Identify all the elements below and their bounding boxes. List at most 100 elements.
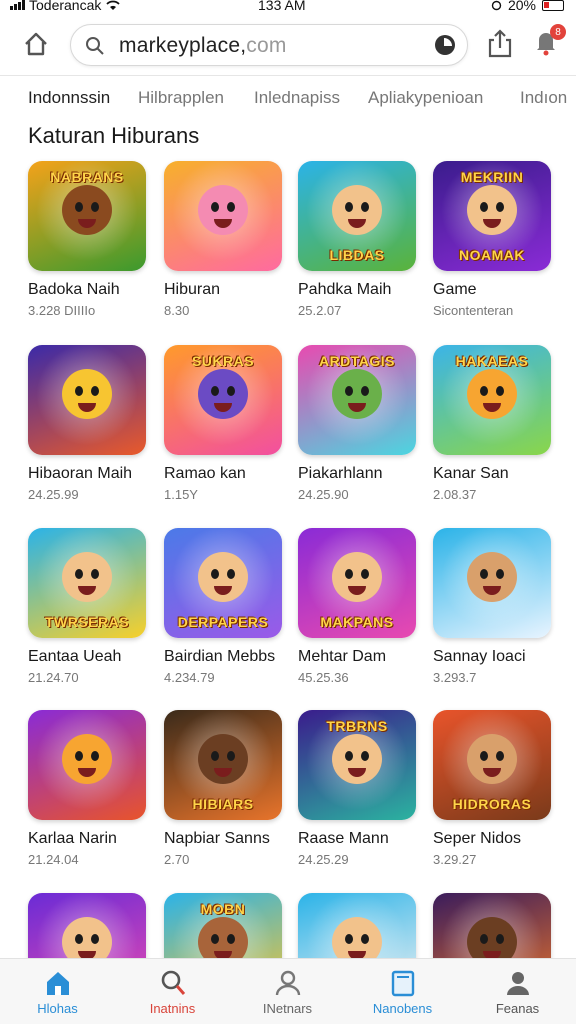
app-tile[interactable]: MAKPANS Mehtar Dam 45.25.36 (298, 528, 416, 685)
app-tile[interactable]: HAKAEAS Kanar San 2.08.37 (433, 345, 551, 502)
app-tile[interactable]: TRBRNS Raase Mann 24.25.29 (298, 710, 416, 867)
app-tile[interactable]: HIDRORAS Seper Nidos 3.29.27 (433, 710, 551, 867)
app-name: Hiburan (164, 281, 221, 298)
icon-banner-text: HAKAEAS (455, 353, 529, 369)
app-icon[interactable]: DERPAPERS (164, 528, 282, 638)
app-icon[interactable] (164, 161, 282, 271)
url-domain: markeyplace, (119, 34, 247, 57)
tab-hilbrapplen[interactable]: Hilbrapplen (138, 88, 224, 108)
app-name: Mehtar Dam (298, 648, 387, 665)
icon-banner-text: MEKRIIN (460, 169, 524, 185)
battery-percent: 20% (507, 0, 536, 13)
app-tile[interactable]: DERPAPERS Bairdian Mebbs 4.234.79 (164, 528, 282, 685)
url-bar[interactable]: markeyplace,com (70, 24, 468, 66)
app-name: Seper Nidos (433, 830, 522, 847)
app-meta: 8.30 (164, 303, 190, 318)
nav-item-4[interactable]: Nanobens (345, 959, 460, 1024)
wifi-icon (106, 0, 121, 10)
nav-item-3[interactable]: INetnars (230, 959, 345, 1024)
profile-icon (507, 972, 529, 995)
app-meta: 2.70 (164, 852, 190, 867)
nav-label: Nanobens (372, 1001, 433, 1016)
app-icon[interactable]: HIBIARS (164, 710, 282, 820)
nav-item-1[interactable]: Hlohas (0, 959, 115, 1024)
app-name: Bairdian Mebbs (164, 648, 276, 665)
app-name: Kanar San (433, 465, 509, 482)
app-tile[interactable]: Hiburan 8.30 (164, 161, 282, 318)
nav-label: INetnars (262, 1001, 313, 1016)
app-tile[interactable]: LIBDAS Pahdka Maih 25.2.07 (298, 161, 416, 318)
app-tile[interactable]: Hibaoran Maih 24.25.99 (28, 345, 146, 502)
app-icon[interactable]: MAKPANS (298, 528, 416, 638)
icon-banner-text: TWRSERAS (44, 614, 130, 630)
bottom-navigation: Hlohas Inatnins INetnars Nanobens Feanas (0, 958, 576, 1024)
app-meta: 21.24.70 (28, 670, 79, 685)
app-icon[interactable]: NABRANS (28, 161, 146, 271)
icon-banner-text: NABRANS (50, 169, 124, 185)
search-icon (161, 970, 186, 995)
app-icon[interactable]: MEKRIIN NOAMAK (433, 161, 551, 271)
app-meta: 21.24.04 (28, 852, 79, 867)
app-icon[interactable]: ARDTAGIS (298, 345, 416, 455)
app-meta: 3.293.7 (433, 670, 477, 685)
app-meta: 4.234.79 (164, 670, 215, 685)
icon-banner-text: MAKPANS (320, 614, 394, 630)
app-icon[interactable]: TRBRNS (298, 710, 416, 820)
app-name: Eantaa Ueah (28, 648, 122, 665)
app-tile[interactable]: HIBIARS Napbiar Sanns 2.70 (164, 710, 282, 867)
app-icon[interactable] (433, 528, 551, 638)
app-icon[interactable] (28, 345, 146, 455)
app-icon[interactable]: HAKAEAS (433, 345, 551, 455)
icon-banner-text: HIDRORAS (452, 796, 532, 812)
app-tile[interactable]: Karlaa Narin 21.24.04 (28, 710, 146, 867)
app-icon[interactable]: TWRSERAS (28, 528, 146, 638)
app-meta: 24.25.99 (28, 487, 79, 502)
app-icon[interactable]: LIBDAS (298, 161, 416, 271)
share-button[interactable] (486, 28, 514, 60)
tab-indonnssin[interactable]: Indonnssin (28, 88, 110, 108)
app-meta: 2.08.37 (433, 487, 477, 502)
icon-banner-text: SUKRAS (191, 353, 255, 369)
category-tabs: Indonnssin Hilbrapplen Inlednapiss Aplia… (0, 84, 576, 114)
home-icon (47, 972, 69, 995)
notification-button[interactable]: 8 (534, 24, 566, 60)
icon-banner-text: DERPAPERS (177, 614, 269, 630)
app-tile[interactable]: MEKRIIN NOAMAK Game Sicontenteran (433, 161, 551, 318)
app-tile[interactable]: TWRSERAS Eantaa Ueah 21.24.70 (28, 528, 146, 685)
nav-item-2[interactable]: Inatnins (115, 959, 230, 1024)
tab-indion[interactable]: Indıon (520, 88, 567, 108)
home-button[interactable] (20, 28, 52, 60)
tab-inlednapiss[interactable]: Inlednapiss (254, 88, 340, 108)
signal-icon (10, 0, 25, 10)
status-time: 133 AM (258, 0, 306, 13)
alarm-icon (491, 0, 502, 11)
app-icon[interactable]: HIDRORAS (433, 710, 551, 820)
share-icon (488, 29, 512, 58)
tab-apliakypenioan[interactable]: Apliakypenioan (368, 88, 483, 108)
icon-banner-text: MOBN (200, 901, 246, 917)
app-tile[interactable]: ARDTAGIS Piakarhlann 24.25.90 (298, 345, 416, 502)
nav-label: Inatnins (149, 1001, 196, 1016)
app-meta: 3.29.27 (433, 852, 477, 867)
app-tile[interactable]: NABRANS Badoka Naih 3.228 DIIIIo (28, 161, 146, 318)
app-tile[interactable]: Sannay Ioaci 3.293.7 (433, 528, 551, 685)
app-icon[interactable]: SUKRAS (164, 345, 282, 455)
app-meta: 24.25.29 (298, 852, 349, 867)
app-name: Game (433, 281, 477, 298)
nav-label: Feanas (495, 1001, 540, 1016)
app-icon[interactable] (28, 710, 146, 820)
apps-icon (391, 970, 415, 997)
url-text: markeyplace,com (119, 34, 287, 58)
app-name: Raase Mann (298, 830, 389, 847)
app-name: Pahdka Maih (298, 281, 392, 298)
app-meta: 3.228 DIIIIo (28, 303, 96, 318)
reload-icon[interactable] (435, 35, 455, 55)
app-name: Hibaoran Maih (28, 465, 133, 482)
status-bar: Toderancak 133 AM 20% (0, 0, 576, 14)
app-tile[interactable]: SUKRAS Ramao kan 1.15Y (164, 345, 282, 502)
app-meta: Sicontenteran (433, 303, 514, 318)
carrier-label: Toderancak (29, 0, 102, 13)
app-meta: 25.2.07 (298, 303, 342, 318)
nav-item-5[interactable]: Feanas (460, 959, 575, 1024)
app-meta: 1.15Y (164, 487, 198, 502)
